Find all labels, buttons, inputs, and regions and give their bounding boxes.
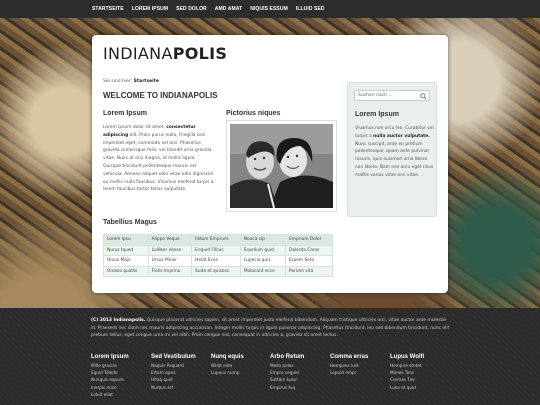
copyright-text: Quisque placerat ultricies sapien, sit a… xyxy=(91,318,450,338)
col2-heading: Pictorius niques xyxy=(226,110,281,117)
footer-link[interactable]: Hifaq quid xyxy=(151,377,205,383)
photo-couple-illustration xyxy=(230,124,333,208)
table-header: Illdum Emprum xyxy=(191,234,241,246)
table-row: Ursus Majo Ursus Minor Helat Ecce Lupeci… xyxy=(103,255,333,267)
footer-link[interactable]: Nillat elite xyxy=(211,363,265,369)
sidebar-text: Vivamus non arcu leo. Curabitur vel turp… xyxy=(355,125,435,180)
footer-column-arbo-retum: Arbo Retum Mello pelos Empro sequid Sutt… xyxy=(270,354,324,391)
magnifier-icon[interactable] xyxy=(420,92,427,100)
sidebar-bold: nulla auctor vulputate. xyxy=(373,133,430,139)
footer-column-nunq-equis: Nunq equis Nillat elite Lupaus nurnp xyxy=(211,354,265,376)
footer-copyright: (C) 2013 Indianapolis. Quisque placerat … xyxy=(91,317,451,340)
nav-item-sed-dolor[interactable]: SED DOLOR xyxy=(176,6,207,12)
content-card: INDIANAPOLIS Sie sind hier: Startseite W… xyxy=(92,35,448,293)
footer-link[interactable]: Nunquis equum xyxy=(91,377,145,383)
nav-item-lorem-ipsum[interactable]: LOREM IPSUM xyxy=(132,6,168,12)
footer-column-comma-erras: Comma erras Hempoes lust Lopuid empl xyxy=(330,354,384,376)
footer-link[interactable]: Lopuid empl xyxy=(330,370,384,376)
page-title: WELCOME TO INDIANAPOLIS xyxy=(103,91,218,100)
table-cell: Erpellum quid xyxy=(239,244,287,256)
footer-link[interactable]: Equid Toledo xyxy=(91,370,145,376)
footer-link[interactable]: Mille gracias xyxy=(91,363,145,369)
table-header-row: Lorem Ipsu Alippo Veque Illdum Emprum Ne… xyxy=(103,234,333,246)
logo-bold: POLIS xyxy=(172,44,228,63)
search-input[interactable]: Suchen nach ... xyxy=(354,90,430,101)
logo-light: INDIANA xyxy=(103,44,173,63)
site-logo[interactable]: INDIANAPOLIS xyxy=(103,44,227,63)
table-row: Onoxlo quatto Flelis Imprinu Suda et qui… xyxy=(103,265,333,277)
table-cell: Poriem vita xyxy=(285,265,333,277)
table-header: Lorem Ipsu xyxy=(103,234,149,246)
footer-link[interactable]: Empro sequid xyxy=(270,370,324,376)
table-cell: Flelis Imprinu xyxy=(147,265,193,277)
footer-column-sed-vestibulum: Sed Vestibulum Naquis Paquard Ertam opsi… xyxy=(151,354,205,391)
table-cell: Ursus Minor xyxy=(147,255,193,267)
footer-link[interactable]: Hempire stntet xyxy=(390,363,444,369)
table-cell: Enquid Fllilus xyxy=(191,244,241,256)
footer-link[interactable]: Inerpis noce xyxy=(91,385,145,391)
breadcrumb-current[interactable]: Startseite xyxy=(134,79,159,84)
top-navigation-bar: STARTSEITE LOREM IPSUM SED DOLOR AMD AMA… xyxy=(0,0,540,18)
sidebar-heading: Lorem Ipsum xyxy=(355,111,399,118)
nav-item-startseite[interactable]: STARTSEITE xyxy=(92,6,124,12)
footer-column-title: Nunq equis xyxy=(211,354,244,360)
table-cell: Helat Ecce xyxy=(191,255,241,267)
top-nav: STARTSEITE LOREM IPSUM SED DOLOR AMD AMA… xyxy=(92,0,333,18)
col1-text-a: Lorem ipsum dolor sit amet, xyxy=(103,125,165,130)
table-cell: Onoxlo quatto xyxy=(103,265,149,277)
footer-link[interactable]: Mello pelos xyxy=(270,363,324,369)
footer-column-lupus-wolfi: Lupus Wolfi Hempire stntet Manes Tera Cr… xyxy=(390,354,444,391)
table-cell: Ursus Majo xyxy=(103,255,149,267)
table-row: Nurus Iqued Lulliber nesse Enquid Fllilu… xyxy=(103,244,333,256)
breadcrumb: Sie sind hier: Startseite xyxy=(103,79,159,84)
table-cell: Molocant ecce xyxy=(239,265,287,277)
footer-link[interactable]: Nurbus ert xyxy=(151,385,205,391)
table-cell: Lulliber nesse xyxy=(147,244,193,256)
search-placeholder: Suchen nach ... xyxy=(358,93,393,98)
table-header: Alippo Veque xyxy=(147,234,193,246)
col1-text: Lorem ipsum dolor sit amet, consectetur … xyxy=(103,124,215,194)
footer-column-title: Comma erras xyxy=(330,354,369,360)
footer-link[interactable]: Manes Tera xyxy=(390,370,444,376)
footer-link[interactable]: Suttam kulur xyxy=(270,377,324,383)
footer-link[interactable]: Cremas Tier xyxy=(390,377,444,383)
nav-item-illuid-sed[interactable]: ILLUID SED xyxy=(296,6,325,12)
table-cell: Nurus Iqued xyxy=(103,244,149,256)
table-cell: Suda et quisoss xyxy=(191,265,241,277)
footer-link[interactable]: Hempoes lust xyxy=(330,363,384,369)
col1-heading: Lorem Ipsum xyxy=(103,110,147,117)
table-header: Neaca sip xyxy=(239,234,287,246)
table-cell: Erpem Seto xyxy=(285,255,333,267)
footer-link[interactable]: Empirus fuq xyxy=(270,385,324,391)
footer-column-lorem-ipsum: Lorem Ipsum Mille gracias Equid Toledo N… xyxy=(91,354,145,398)
nav-item-niquis-essum[interactable]: NIQUIS ESSUM xyxy=(250,6,288,12)
table-header: Emprium Dolor xyxy=(285,234,333,246)
footer-link[interactable]: Luka et quid xyxy=(390,385,444,391)
sidebar-text-b: Nunc suscipit, ante eu pretium pellentes… xyxy=(355,141,434,178)
footer-column-title: Arbo Retum xyxy=(270,354,305,360)
vintage-couple-photo xyxy=(226,120,337,212)
footer-column-title: Lupus Wolfi xyxy=(390,354,425,360)
table-cell: Lupecia quis xyxy=(239,255,287,267)
breadcrumb-prefix: Sie sind hier: xyxy=(103,79,133,84)
footer-column-title: Lorem Ipsum xyxy=(91,354,129,360)
footer-link[interactable]: Lupaus nurnp xyxy=(211,370,265,376)
table-heading: Tabellius Magus xyxy=(103,219,157,226)
footer-link[interactable]: Ertam opsis xyxy=(151,370,205,376)
photo-image xyxy=(230,124,333,208)
table-cell: Dolenta Caros xyxy=(285,244,333,256)
footer-link[interactable]: Naquis Paquard xyxy=(151,363,205,369)
nav-item-amd-amat[interactable]: AMD AMAT xyxy=(215,6,242,12)
footer-column-title: Sed Vestibulum xyxy=(151,354,196,360)
data-table: Lorem Ipsu Alippo Veque Illdum Emprum Ne… xyxy=(103,234,333,277)
footer-link[interactable]: Loluit eliat xyxy=(91,392,145,398)
copyright-bold: (C) 2013 Indianapolis. xyxy=(91,318,146,323)
sidebar-box: Suchen nach ... Lorem Ipsum Vivamus non … xyxy=(347,82,437,217)
col1-text-b: elit. Proin purus nulla, fringilla sed i… xyxy=(103,132,214,193)
